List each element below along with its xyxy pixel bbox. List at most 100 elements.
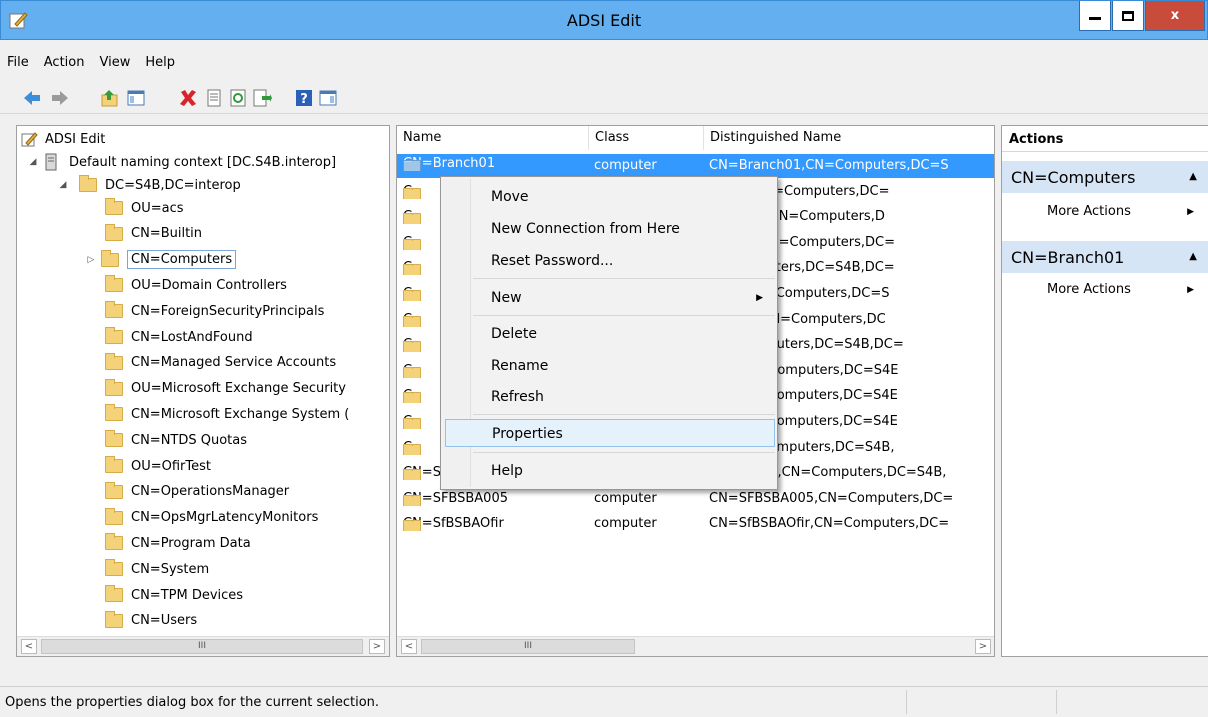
help-icon[interactable]: ? — [294, 88, 314, 108]
properties-sheet-icon[interactable] — [204, 88, 224, 108]
list-row[interactable]: CN=SfBSBAOfir computer CN=SfBSBAOfir,CN=Co… — [397, 512, 994, 536]
action-group-branch01[interactable]: CN=Branch01 ▲ — [1002, 241, 1208, 273]
tree-item-label: CN=ForeignSecurityPrincipals — [131, 303, 325, 319]
column-header-dn[interactable]: Distinguished Name — [704, 126, 994, 150]
folder-icon — [403, 187, 421, 199]
tree-item[interactable]: CN=OperationsManager — [105, 481, 289, 503]
tree-item[interactable]: CN=Microsoft Exchange System ( — [105, 403, 349, 425]
tree-item-label: CN=Users — [131, 613, 198, 629]
action-group-computers[interactable]: CN=Computers ▲ — [1002, 161, 1208, 193]
menu-file[interactable]: File — [0, 52, 37, 76]
list-horizontal-scrollbar[interactable]: < III > — [397, 636, 994, 656]
menu-view[interactable]: View — [92, 52, 138, 76]
tree-horizontal-scrollbar[interactable]: < III > — [17, 636, 389, 656]
status-divider — [1056, 690, 1057, 714]
tree-item[interactable]: CN=NTDS Quotas — [105, 429, 247, 451]
menu-item-move[interactable]: Move — [473, 183, 775, 211]
tree-default-naming-context[interactable]: ◢ Default naming context [DC.S4B.interop… — [27, 151, 336, 173]
cell-name: CN=Branch01 — [403, 156, 589, 171]
menu-item-rename[interactable]: Rename — [473, 352, 775, 380]
folder-icon — [403, 520, 421, 532]
server-icon — [45, 153, 57, 171]
submenu-arrow-icon: ▶ — [756, 293, 763, 303]
scroll-right-arrow-icon[interactable]: > — [369, 639, 385, 654]
menu-item-properties[interactable]: Properties — [445, 419, 775, 447]
tree-item[interactable]: CN=Managed Service Accounts — [105, 352, 336, 374]
tree-item[interactable]: OU=acs — [105, 197, 184, 219]
collapse-up-icon[interactable]: ▲ — [1189, 171, 1197, 182]
folder-icon — [105, 533, 123, 551]
delete-icon[interactable] — [178, 88, 198, 108]
tree-item[interactable]: CN=LostAndFound — [105, 326, 253, 348]
folder-icon — [105, 378, 123, 396]
more-actions-branch01[interactable]: More Actions ▶ — [1002, 280, 1208, 302]
menu-help[interactable]: Help — [138, 52, 183, 76]
maximize-button[interactable] — [1112, 1, 1144, 31]
folder-icon — [105, 301, 123, 319]
show-console-tree-icon[interactable] — [126, 88, 146, 108]
menu-separator — [473, 315, 775, 316]
back-arrow-icon[interactable] — [22, 88, 42, 108]
close-button[interactable]: x — [1145, 1, 1205, 31]
scroll-left-arrow-icon[interactable]: < — [21, 639, 37, 654]
expand-icon[interactable]: ▷ — [85, 255, 97, 265]
minimize-button[interactable] — [1079, 1, 1111, 31]
action-group-label: CN=Computers — [1011, 168, 1136, 187]
scroll-thumb[interactable]: III — [41, 639, 363, 654]
menu-item-reset-password[interactable]: Reset Password... — [473, 247, 775, 275]
folder-icon — [105, 481, 123, 499]
more-actions-computers[interactable]: More Actions ▶ — [1002, 202, 1208, 224]
tree-item-label: CN=LostAndFound — [131, 329, 253, 345]
collapse-icon[interactable]: ◢ — [27, 157, 39, 167]
tree-item[interactable]: CN=Builtin — [105, 223, 202, 245]
title-bar: ADSI Edit x — [0, 0, 1208, 40]
show-action-pane-icon[interactable] — [318, 88, 338, 108]
folder-icon — [403, 341, 421, 353]
tree-item[interactable]: ▷ CN=Computers — [88, 249, 237, 271]
tree-item[interactable]: CN=System — [105, 558, 209, 580]
folder-icon — [105, 275, 123, 293]
tree-domain[interactable]: ◢ DC=S4B,DC=interop — [60, 174, 241, 196]
list-row[interactable]: CN=Branch01 computer CN=Branch01,CN=Comput… — [397, 154, 994, 178]
tree-root-adsi-edit[interactable]: ADSI Edit — [21, 128, 105, 150]
forward-arrow-icon[interactable] — [50, 88, 70, 108]
tree-item[interactable]: OU=Microsoft Exchange Security — [105, 378, 346, 400]
column-header-name[interactable]: Name — [397, 126, 589, 150]
collapse-icon[interactable]: ◢ — [57, 180, 69, 190]
menu-item-new-connection[interactable]: New Connection from Here — [473, 215, 775, 243]
folder-icon — [403, 469, 421, 481]
menu-item-help[interactable]: Help — [473, 457, 775, 485]
tree-item[interactable]: CN=Users — [105, 610, 197, 632]
menu-action[interactable]: Action — [37, 52, 93, 76]
menu-item-refresh[interactable]: Refresh — [473, 383, 775, 411]
scroll-thumb[interactable]: III — [421, 639, 635, 654]
tree-item[interactable]: CN=OpsMgrLatencyMonitors — [105, 507, 318, 529]
refresh-icon[interactable] — [228, 88, 248, 108]
scroll-left-arrow-icon[interactable]: < — [401, 639, 417, 654]
scroll-right-arrow-icon[interactable]: > — [975, 639, 991, 654]
column-header-class[interactable]: Class — [589, 126, 704, 150]
menu-separator — [473, 452, 775, 453]
menu-item-new-label: New — [491, 290, 522, 306]
menu-item-delete[interactable]: Delete — [473, 320, 775, 348]
console-tree-pane[interactable]: ADSI Edit ◢ Default naming context [DC.S… — [16, 125, 390, 657]
menu-item-new[interactable]: New ▶ — [473, 284, 775, 312]
tree-item-label: CN=TPM Devices — [131, 587, 244, 603]
tree-item[interactable]: CN=ForeignSecurityPrincipals — [105, 300, 324, 322]
tree-item[interactable]: OU=Domain Controllers — [105, 274, 287, 296]
list-row[interactable]: CN=SFBSBA005 computer CN=SFBSBA005,CN=Comp… — [397, 487, 994, 511]
up-folder-icon[interactable] — [100, 88, 120, 108]
tree-item-label: OU=acs — [131, 200, 184, 216]
tree-item[interactable]: CN=TPM Devices — [105, 584, 243, 606]
toolbar: ? — [0, 82, 1208, 114]
minimize-icon — [1089, 17, 1101, 20]
cell-class: computer — [594, 516, 657, 532]
tree-item[interactable]: CN=Program Data — [105, 532, 251, 554]
folder-icon — [403, 238, 421, 250]
tree-item[interactable]: OU=OfirTest — [105, 455, 211, 477]
export-list-icon[interactable] — [252, 88, 272, 108]
folder-icon — [105, 352, 123, 370]
cell-name: CN=SFBSBA005 — [403, 491, 589, 506]
collapse-up-icon[interactable]: ▲ — [1189, 251, 1197, 262]
tree-item-label: CN=OperationsManager — [131, 484, 290, 500]
